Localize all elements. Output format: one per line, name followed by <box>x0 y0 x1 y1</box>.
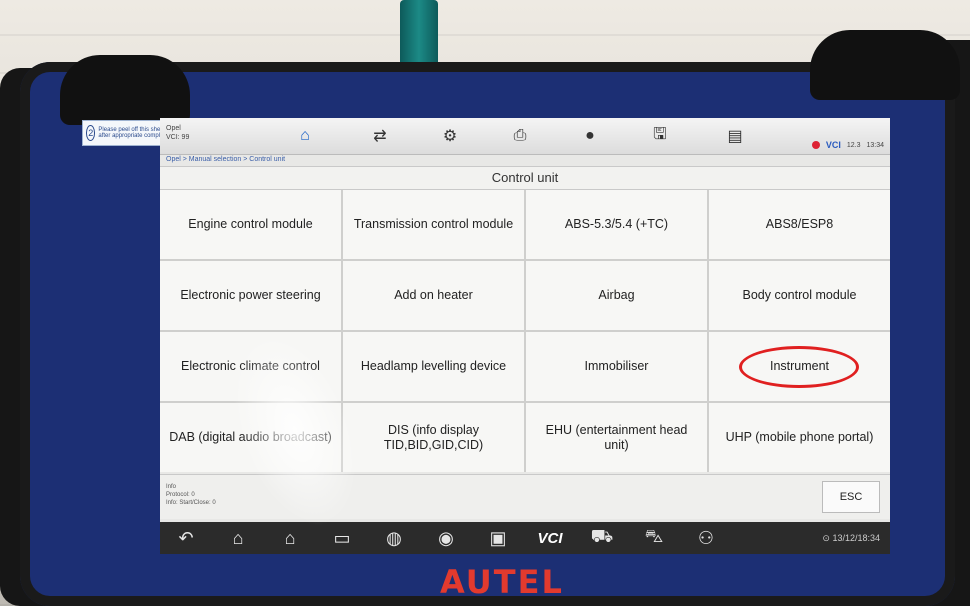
esc-button[interactable]: ESC <box>822 481 880 513</box>
module-button[interactable]: Headlamp levelling device <box>343 332 524 401</box>
highlight-circle <box>739 346 859 388</box>
record-icon <box>811 141 820 149</box>
module-button[interactable]: EHU (entertainment head unit) <box>526 403 707 472</box>
user-icon[interactable]: ⚇ <box>680 522 732 554</box>
module-button[interactable]: Immobiliser <box>526 332 707 401</box>
module-button[interactable]: Body control module <box>709 261 890 330</box>
vehicle-icon[interactable]: ⛟ <box>576 522 628 554</box>
print-icon[interactable]: ⎙ <box>500 124 540 148</box>
footer-line: Info: Start/Close: 0 <box>166 500 216 506</box>
vehicle-vci: VCI: 99 <box>166 134 190 141</box>
camera-icon[interactable]: ◉ <box>420 522 472 554</box>
clock: 13:34 <box>866 141 884 149</box>
vehicle-swap-icon[interactable]: ⇄ <box>360 124 400 148</box>
module-button[interactable]: Electronic power steering <box>160 261 341 330</box>
footer-info: Info Protocol: 0 Info: Start/Close: 0 <box>166 483 216 507</box>
breadcrumb[interactable]: Opel > Manual selection > Control unit <box>166 156 285 163</box>
instrument-module-button[interactable]: Instrument <box>709 332 890 401</box>
home-nav-icon[interactable]: ⌂ <box>212 522 264 554</box>
module-button[interactable]: ABS8/ESP8 <box>709 190 890 259</box>
back-icon[interactable]: ↶ <box>160 522 212 554</box>
module-button[interactable]: Add on heater <box>343 261 524 330</box>
module-button[interactable]: Airbag <box>526 261 707 330</box>
module-button[interactable]: DIS (info display TID,BID,GID,CID) <box>343 403 524 472</box>
display-icon[interactable]: ▣ <box>472 522 524 554</box>
system-navbar: ↶ ⌂ ⌂ ▭ ◍ ◉ ▣ VCI ⛟ ⛍ ⚇ ⊙ 13/12/18:34 <box>160 522 890 554</box>
recent-apps-icon[interactable]: ▭ <box>316 522 368 554</box>
autel-logo: AUTEL <box>440 563 564 601</box>
browser-icon[interactable]: ◍ <box>368 522 420 554</box>
vehicle-make: Opel <box>166 125 181 132</box>
corner-guard-left <box>60 55 190 125</box>
top-toolbar: Opel VCI: 99 ⌂ ⇄ ⚙ ⎙ ● 🖫 ▤ VCI 12.3 13:3… <box>160 118 890 155</box>
module-button[interactable]: UHP (mobile phone portal) <box>709 403 890 472</box>
home-icon[interactable]: ⌂ <box>285 124 325 148</box>
car-icon[interactable]: ⛍ <box>628 522 680 554</box>
message-icon[interactable]: ▤ <box>715 124 755 148</box>
module-button[interactable]: ABS-5.3/5.4 (+TC) <box>526 190 707 259</box>
help-icon[interactable]: ● <box>570 124 610 148</box>
nav-status: ⊙ 13/12/18:34 <box>822 532 880 543</box>
vehicle-info: Opel VCI: 99 <box>166 124 189 142</box>
module-button[interactable]: Transmission control module <box>343 190 524 259</box>
footer-line: Protocol: 0 <box>166 492 195 498</box>
battery-voltage: 12.3 <box>846 141 861 149</box>
page-title: Control unit <box>160 166 890 190</box>
vci-icon[interactable]: VCI <box>524 522 576 554</box>
module-button[interactable]: Engine control module <box>160 190 341 259</box>
settings-icon[interactable]: ⚙ <box>430 124 470 148</box>
vci-status: VCI <box>825 140 841 150</box>
footer-line: Info <box>166 484 177 490</box>
save-icon[interactable]: 🖫 <box>640 124 680 148</box>
sticker-step: 2 <box>86 125 96 141</box>
status-area: VCI 12.3 13:34 <box>811 140 884 150</box>
corner-guard-right <box>810 30 960 100</box>
